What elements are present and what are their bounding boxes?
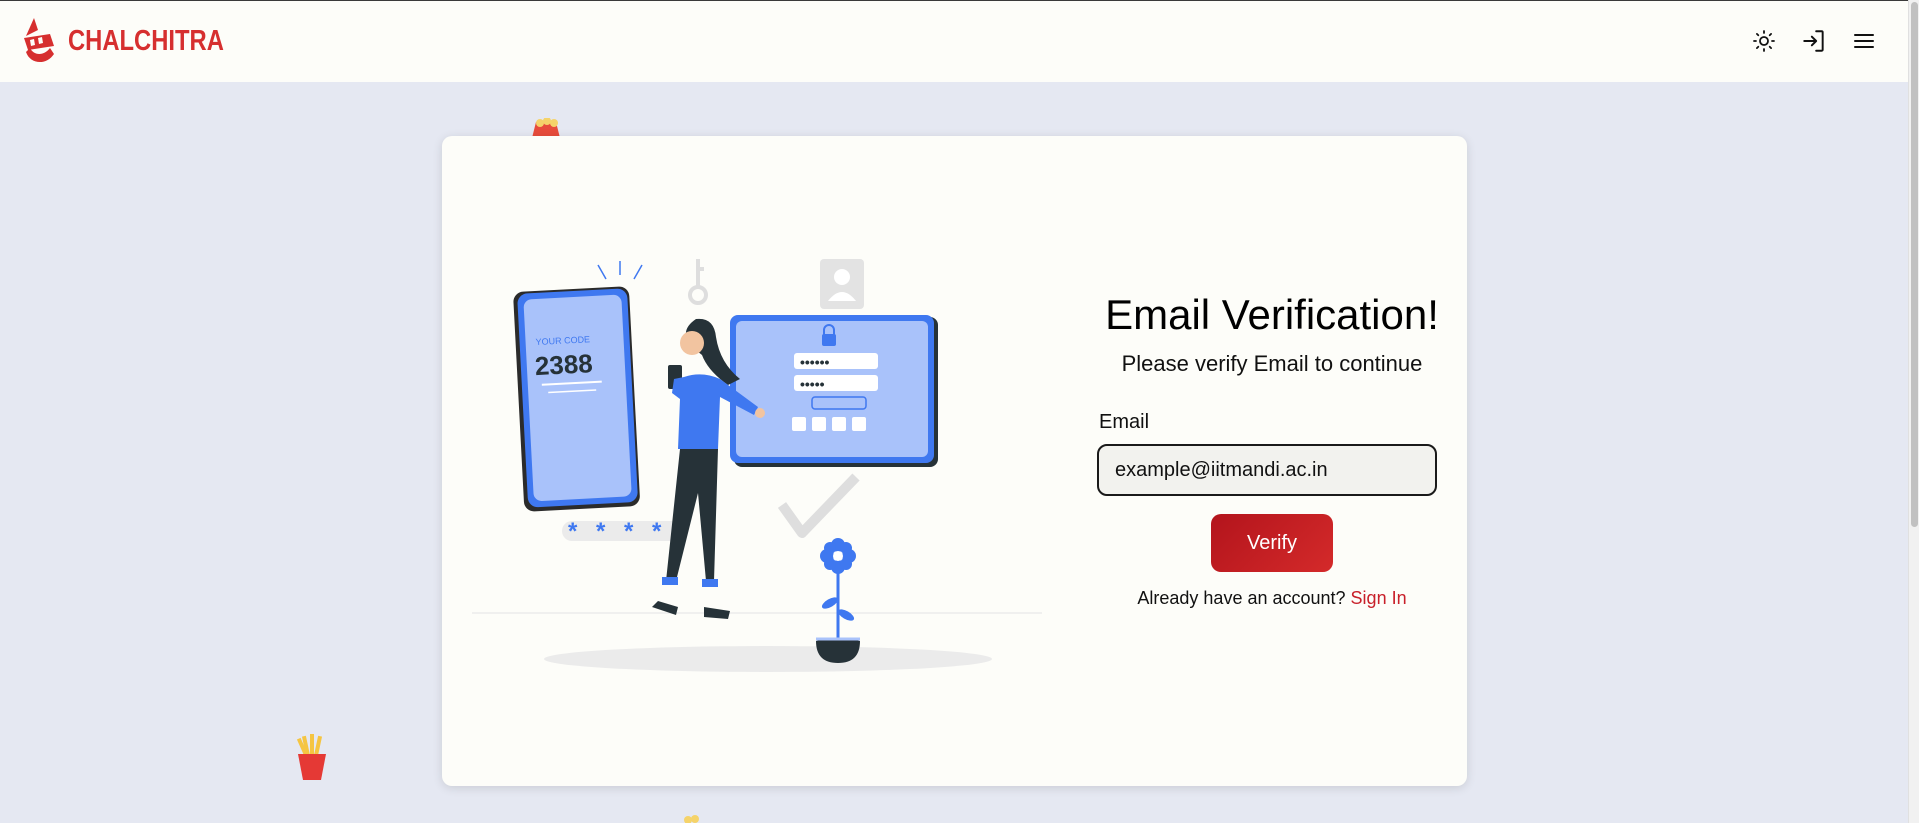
scrollbar[interactable] — [1908, 0, 1919, 823]
fries-icon — [296, 734, 326, 780]
verification-illustration: YOUR CODE 2388 * * * * •••••• ••••• — [472, 259, 1042, 672]
verify-button[interactable]: Verify — [1211, 514, 1333, 572]
sign-in-icon[interactable] — [1800, 27, 1828, 55]
page-subtitle: Please verify Email to continue — [1121, 351, 1423, 376]
popcorn-icon — [532, 118, 560, 138]
verification-card: YOUR CODE 2388 * * * * •••••• ••••• Emai… — [442, 136, 1467, 786]
signin-prompt: Already have an account? Sign In — [1097, 588, 1447, 609]
brand[interactable]: CHALCHITRA — [20, 16, 258, 68]
svg-text:••••••: •••••• — [800, 354, 830, 370]
svg-text:2388: 2388 — [534, 348, 593, 381]
page-title: Email Verification! — [1105, 291, 1439, 338]
top-navbar: CHALCHITRA — [0, 0, 1908, 82]
verification-form: Email Verification! Please verify Email … — [1097, 291, 1447, 609]
menu-icon[interactable] — [1850, 27, 1878, 55]
scrollbar-thumb[interactable] — [1911, 2, 1918, 527]
brand-name: CHALCHITRA — [68, 25, 224, 57]
logo-icon — [24, 17, 54, 62]
popcorn-icon — [684, 815, 699, 823]
email-field[interactable] — [1097, 444, 1437, 496]
sign-in-link[interactable]: Sign In — [1351, 588, 1407, 608]
svg-text:* * * *: * * * * — [568, 518, 667, 545]
sun-icon[interactable] — [1750, 27, 1778, 55]
email-label: Email — [1099, 411, 1150, 433]
svg-text:•••••: ••••• — [800, 376, 825, 392]
account-prompt-text: Already have an account? — [1137, 588, 1351, 608]
